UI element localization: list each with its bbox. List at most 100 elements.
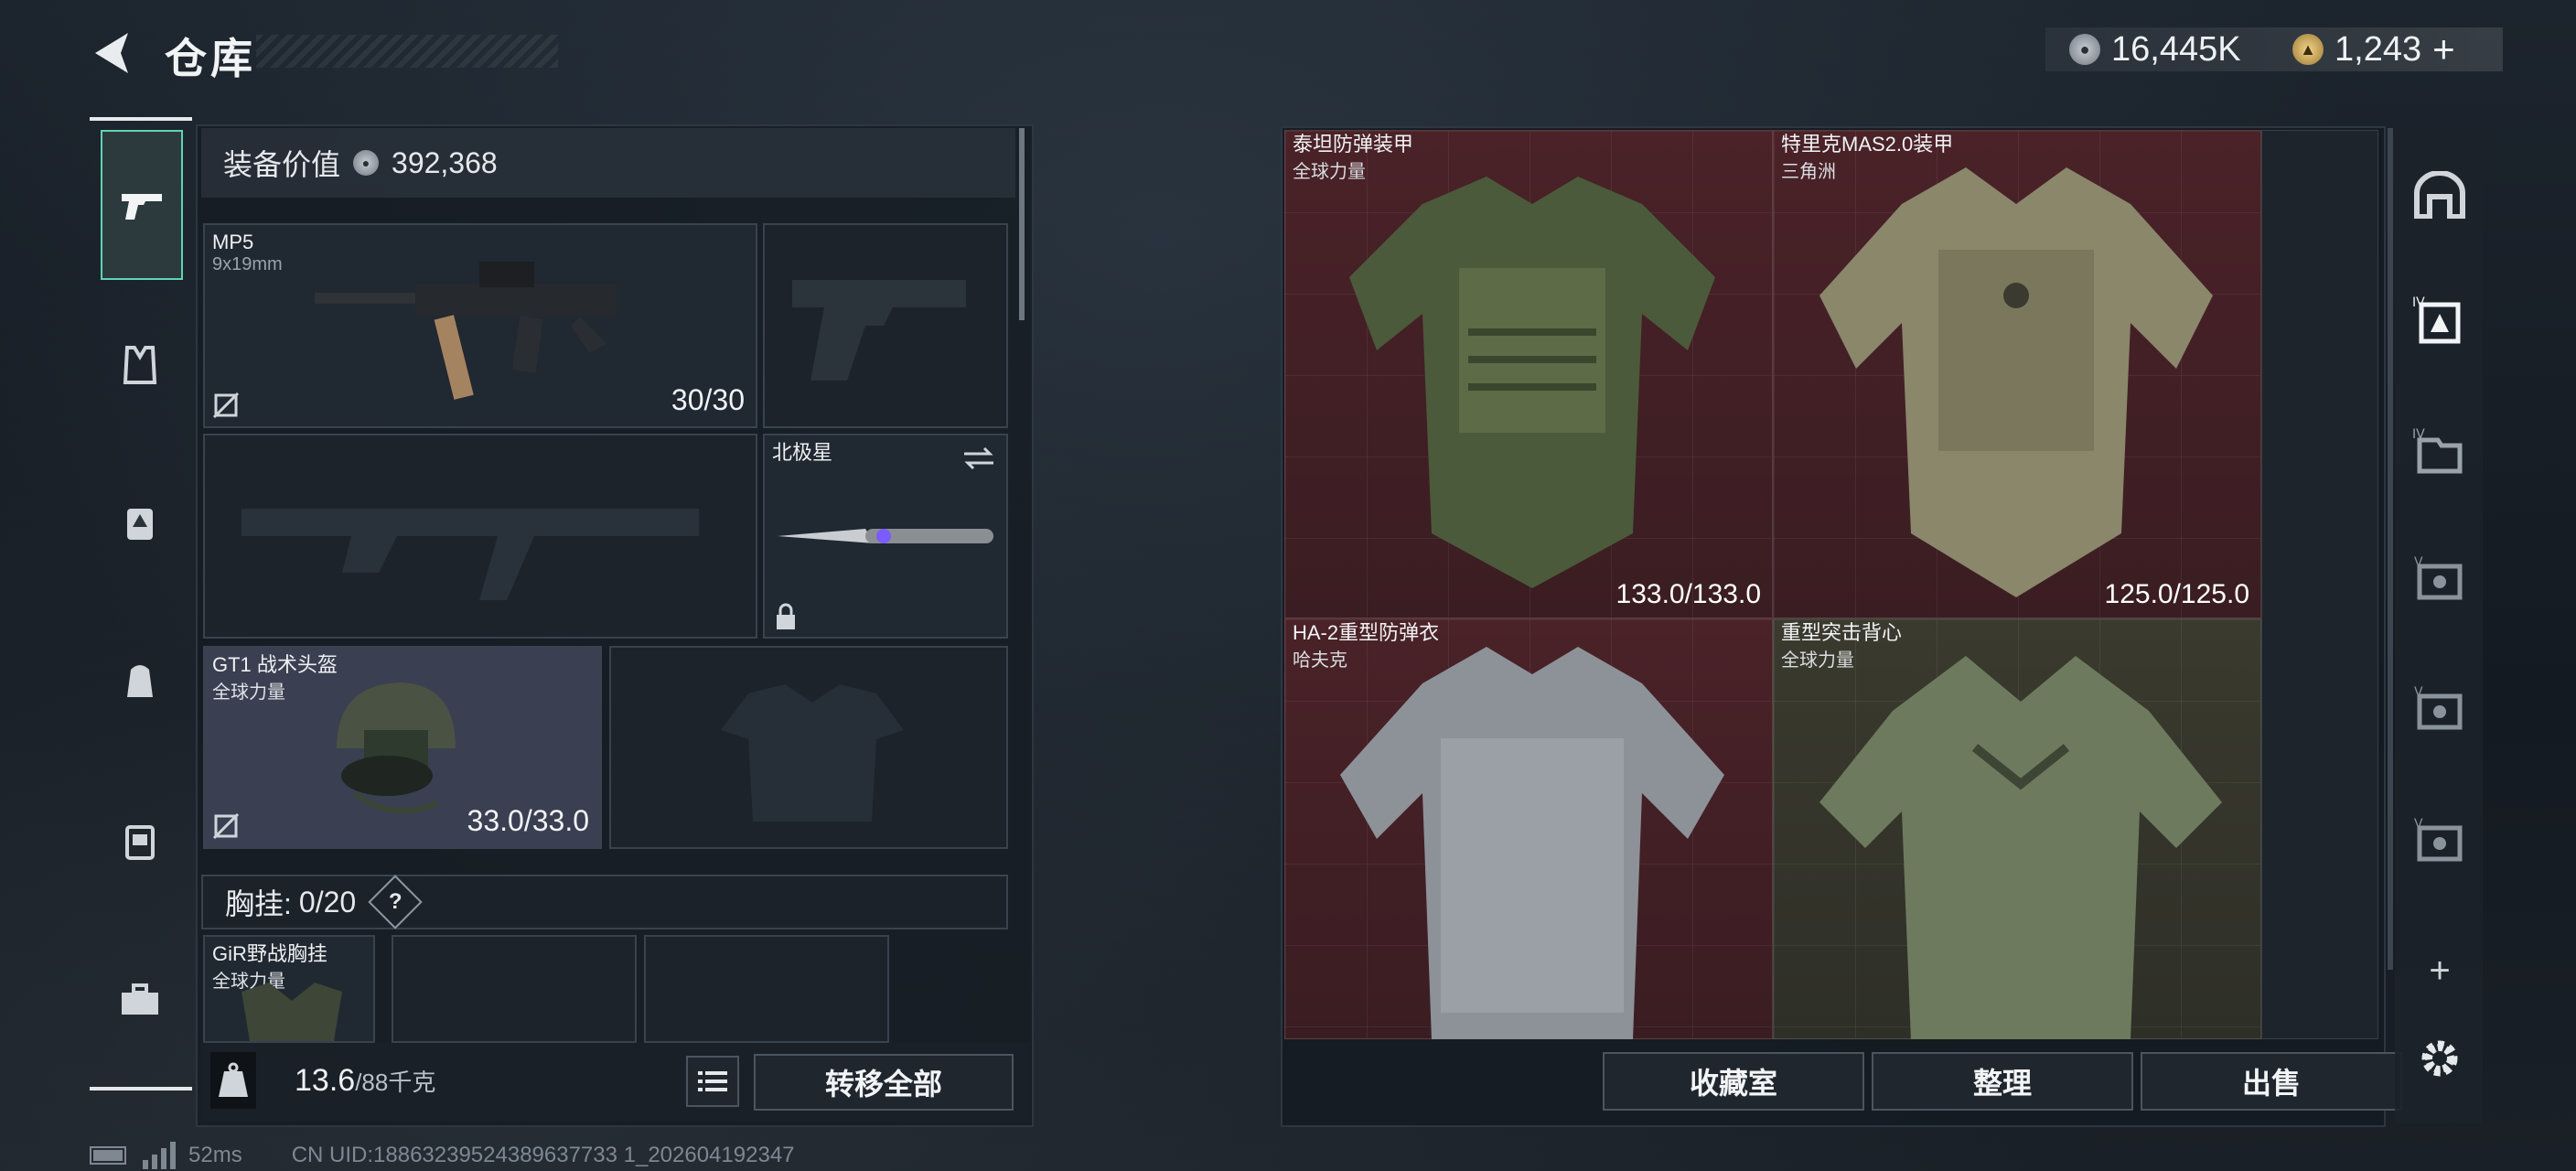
melee-name: 北极星 [772,441,833,464]
list-view-button[interactable] [686,1056,739,1107]
rifle-silhouette-icon [242,509,699,600]
status-bar: 52ms CN UID:18863239524389637733 1_20260… [90,1142,795,1169]
toolbox-icon [122,983,158,1015]
stash-tab-v-2[interactable]: V [2411,681,2468,737]
arch-icon [2414,171,2465,219]
mas-armor-image [1819,167,2213,597]
silver-coin-icon: ● [2069,34,2100,65]
rig-item-name: GiR野战胸挂 [212,942,327,965]
rig-pocket-slot[interactable] [644,935,889,1043]
chest-rig-capacity: 0/20 [298,885,357,919]
stash-scrollbar[interactable] [2388,128,2393,970]
armor-slot[interactable] [609,646,1008,849]
stash-tab-iv-2[interactable]: IV [2411,423,2468,479]
weapon-name: MP5 [212,231,254,253]
sell-button[interactable]: 出售 [2141,1052,2402,1111]
weight-icon [210,1052,256,1109]
recharge-plus[interactable]: + [2432,27,2455,71]
silver-coin-icon: ● [353,150,380,176]
stash-tab-home[interactable] [2411,167,2468,223]
tab-armor[interactable] [101,326,179,404]
transfer-all-button[interactable]: 转移全部 [754,1054,1014,1111]
assault-vest-image [1819,656,2222,1039]
add-stash-tab-button[interactable]: + [2411,942,2468,999]
tab-chest-rig[interactable] [101,485,179,564]
svg-text:IV: IV [2412,295,2425,310]
equipment-value-label: 装备价值 [223,148,341,181]
max-weight: /88千克 [355,1069,436,1096]
uid: CN UID:18863239524389637733 1_2026041923… [291,1143,795,1167]
primary-weapon-2-slot[interactable] [203,434,757,639]
sort-button[interactable]: 整理 [1872,1052,2133,1111]
rig-icon [127,509,153,540]
svg-text:IV: IV [2412,427,2425,442]
stash-tab-v-1[interactable]: V [2411,551,2468,607]
item-origin: 全球力量 [1293,162,1366,182]
box-v-icon: V [2414,817,2463,862]
pistol-silhouette-icon [792,280,966,381]
back-arrow-icon[interactable] [88,27,139,79]
item-name: 重型突击背心 [1781,621,1903,644]
svg-text:V: V [2414,685,2423,700]
stash-tab-iv-1[interactable]: IV [2411,293,2468,349]
box-v-icon: V [2414,685,2463,730]
secondary-weapon-slot[interactable] [763,223,1008,428]
rig-image [242,983,342,1041]
helmet-image [337,682,456,813]
rail-bottom-divider [90,1087,192,1090]
list-icon [698,1071,727,1091]
item-name: 特里克MAS2.0装甲 [1781,133,1954,156]
gold-amount: 1,243 [2334,29,2422,69]
svg-text:V: V [2414,817,2423,832]
item-durability: 133.0/133.0 [1615,579,1761,609]
helmet-durability: 33.0/33.0 [467,804,589,837]
stash-empty-column[interactable] [2261,130,2378,1039]
rig-pocket-slot[interactable] [392,935,637,1043]
rig-item-slot[interactable]: GiR野战胸挂 全球力量 [203,935,375,1043]
mp5-image [315,262,617,400]
ha2-armor-image [1340,647,1724,1039]
tab-weapons[interactable] [101,130,183,280]
lock-icon [777,603,795,629]
stash-item[interactable]: 重型突击背心 全球力量 [1773,618,2261,1039]
vest-silhouette-icon [721,684,904,822]
item-durability: 125.0/125.0 [2104,579,2249,609]
item-name: 泰坦防弹装甲 [1293,133,1414,156]
settings-button[interactable] [2411,1030,2468,1087]
chest-rig-label: 胸挂: [225,887,292,920]
gold-coin-icon: ▲ [2292,34,2324,65]
equipment-value-bar: 装备价值 ● 392,368 [201,128,1015,198]
gold-currency[interactable]: ▲ 1,243 + [2292,27,2455,71]
chest-rig-bar: 胸挂: 0/20 ? [201,875,1008,929]
stash-box-icon: IV [2412,295,2461,344]
item-origin: 全球力量 [1781,650,1854,671]
backpack-icon [127,665,153,697]
primary-weapon-slot[interactable]: MP5 9x19mm 30/30 [203,223,757,428]
help-mark: ? [388,888,402,914]
weapon-ammo: 30/30 [671,383,745,416]
stash-item[interactable]: HA-2重型防弹衣 哈夫克 [1284,618,1773,1039]
rail-top-divider [90,117,192,121]
stash-item[interactable]: 特里克MAS2.0装甲 三角洲 125.0/125.0 [1773,130,2261,618]
tab-backpack[interactable] [101,642,179,721]
title-decoration [256,35,558,68]
folder-icon: IV [2412,427,2463,474]
case-icon [125,825,155,860]
vest-icon [123,346,157,384]
page-title: 仓库 [165,35,256,82]
stash-tab-v-3[interactable]: V [2411,812,2468,869]
loadout-scrollbar[interactable] [1019,128,1025,320]
help-icon[interactable]: ? [368,875,423,929]
pistol-icon [122,194,162,220]
swap-icon[interactable] [961,445,997,472]
battery-icon [90,1146,126,1165]
collection-button[interactable]: 收藏室 [1603,1052,1864,1111]
melee-slot[interactable]: 北极星 [763,434,1008,639]
weight-text: 13.6/88千克 [295,1063,435,1099]
no-insure-icon [212,812,240,840]
equipment-value: 392,368 [392,145,498,179]
tab-toolbox[interactable] [101,961,179,1039]
helmet-slot[interactable]: GT1 战术头盔 全球力量 33.0/33.0 [203,646,602,849]
tab-container[interactable] [101,801,179,880]
stash-item[interactable]: 泰坦防弹装甲 全球力量 133.0/133.0 [1284,130,1773,618]
